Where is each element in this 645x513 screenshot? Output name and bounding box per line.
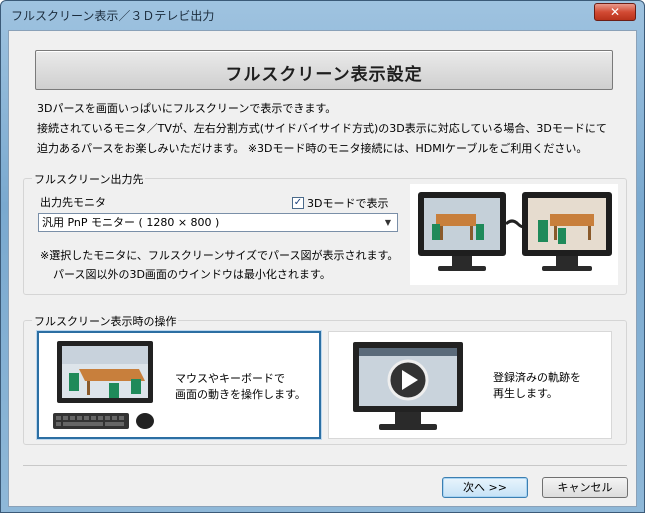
playback-option-button[interactable]: 登録済みの軌跡を 再生します。 <box>328 331 612 439</box>
manual-control-option-button[interactable]: マウスやキーボードで 画面の動きを操作します。 <box>37 331 321 439</box>
header-panel: フルスクリーン表示設定 <box>35 50 613 90</box>
next-button[interactable]: 次へ >> <box>442 477 528 498</box>
3d-monitor-illustration <box>410 184 618 285</box>
keyboard-mouse-room-icon <box>53 341 154 429</box>
mode3d-checkbox[interactable]: ✓ 3Dモードで表示 <box>292 195 388 211</box>
cancel-button[interactable]: キャンセル <box>542 477 628 498</box>
mode3d-label: 3Dモードで表示 <box>307 197 389 210</box>
description-line-3: 迫力あるパースをお楽しみいただけます。 ※3Dモード時のモニタ接続には、HDMI… <box>37 142 588 155</box>
monitor-select[interactable]: 汎用 PnP モニター ( 1280 × 800 ) ▼ <box>38 213 398 232</box>
note-line-1: ※選択したモニタに、フルスクリーンサイズでパース図が表示されます。 <box>40 249 399 262</box>
description-line-1: 3Dパースを画面いっぱいにフルスクリーンで表示できます。 <box>37 102 337 115</box>
close-button[interactable]: ✕ <box>594 3 636 21</box>
option2-line-2: 再生します。 <box>493 387 558 400</box>
window-title: フルスクリーン表示／３Ｄテレビ出力 <box>11 9 215 23</box>
operation-group-label: フルスクリーン表示時の操作 <box>32 313 179 329</box>
page-title: フルスクリーン表示設定 <box>225 65 423 85</box>
monitor-select-value: 汎用 PnP モニター ( 1280 × 800 ) <box>42 216 220 229</box>
note-line-2: パース図以外の3D画面のウインドウは最小化されます。 <box>53 268 331 281</box>
play-video-icon <box>353 342 463 430</box>
monitor-label: 出力先モニタ <box>40 196 106 209</box>
output-group-label: フルスクリーン出力先 <box>32 171 146 187</box>
option1-line-2: 画面の動きを操作します。 <box>175 388 306 401</box>
description: 3Dパースを画面いっぱいにフルスクリーンで表示できます。 接続されているモニタ／… <box>37 99 627 159</box>
option2-text: 登録済みの軌跡を 再生します。 <box>493 370 581 402</box>
option2-line-1: 登録済みの軌跡を <box>493 371 581 384</box>
footer-divider <box>23 465 627 466</box>
option1-text: マウスやキーボードで 画面の動きを操作します。 <box>175 371 306 403</box>
dialog-body: フルスクリーン表示設定 3Dパースを画面いっぱいにフルスクリーンで表示できます。… <box>8 30 637 507</box>
title-bar[interactable]: フルスクリーン表示／３Ｄテレビ出力 ✕ <box>1 1 644 29</box>
chevron-down-icon[interactable]: ▼ <box>381 216 395 229</box>
dialog-window: フルスクリーン表示／３Ｄテレビ出力 ✕ フルスクリーン表示設定 3Dパースを画面… <box>0 0 645 513</box>
monitors-illustration-icon <box>418 192 612 271</box>
option1-line-1: マウスやキーボードで <box>175 372 285 385</box>
output-note: ※選択したモニタに、フルスクリーンサイズでパース図が表示されます。 パース図以外… <box>40 246 398 284</box>
description-line-2: 接続されているモニタ／TVが、左右分割方式(サイドバイサイド方式)の3D表示に対… <box>37 122 607 135</box>
checkbox-check-icon[interactable]: ✓ <box>292 197 304 209</box>
